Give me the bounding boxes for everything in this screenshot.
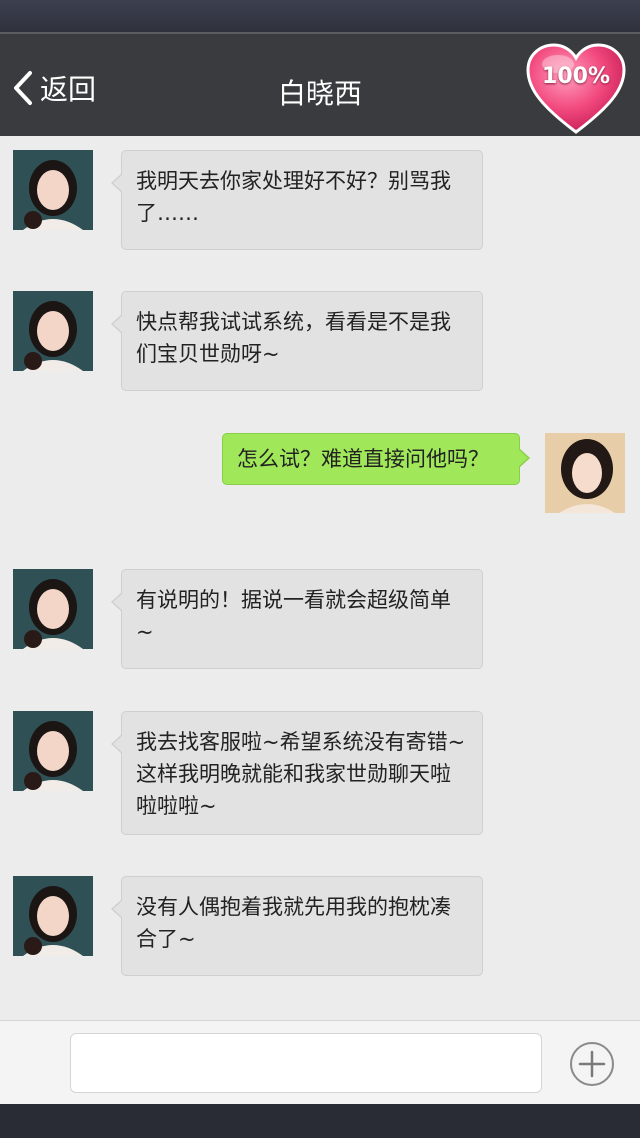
message-bubble[interactable]: 我明天去你家处理好不好？别骂我了…… <box>111 150 483 250</box>
affinity-badge[interactable]: 100% <box>524 42 628 138</box>
self-avatar[interactable] <box>545 433 625 513</box>
message-bubble[interactable]: 有说明的！据说一看就会超级简单~ <box>111 569 483 669</box>
status-strip <box>0 0 640 32</box>
message-bubble[interactable]: 没有人偶抱着我就先用我的抱枕凑合了~ <box>111 876 483 976</box>
affinity-value: 100% <box>542 64 610 89</box>
message-bubble[interactable]: 我去找客服啦~希望系统没有寄错~这样我明晚就能和我家世勋聊天啦啦啦啦~ <box>111 711 483 835</box>
heart-icon <box>524 42 628 138</box>
contact-avatar[interactable] <box>13 569 93 649</box>
message-bubble[interactable]: 快点帮我试试系统，看看是不是我们宝贝世勋呀~ <box>111 291 483 391</box>
back-button[interactable]: 返回 <box>12 68 96 108</box>
chevron-left-icon <box>12 70 34 106</box>
contact-avatar[interactable] <box>13 711 93 791</box>
contact-avatar[interactable] <box>13 876 93 956</box>
bottom-strip <box>0 1104 640 1138</box>
chat-area[interactable]: 我明天去你家处理好不好？别骂我了…… 快点帮我试试系统，看看是不是我们宝贝世勋呀… <box>0 136 640 1020</box>
plus-circle-icon[interactable] <box>569 1041 615 1087</box>
contact-avatar[interactable] <box>13 150 93 230</box>
contact-avatar[interactable] <box>13 291 93 371</box>
back-label: 返回 <box>40 73 97 106</box>
message-bubble-outgoing[interactable]: 怎么试？难道直接问他吗？ <box>222 433 530 485</box>
input-bar <box>0 1020 640 1104</box>
chat-header: 返回 白晓西 100% <box>0 32 640 136</box>
message-input[interactable] <box>70 1033 542 1093</box>
